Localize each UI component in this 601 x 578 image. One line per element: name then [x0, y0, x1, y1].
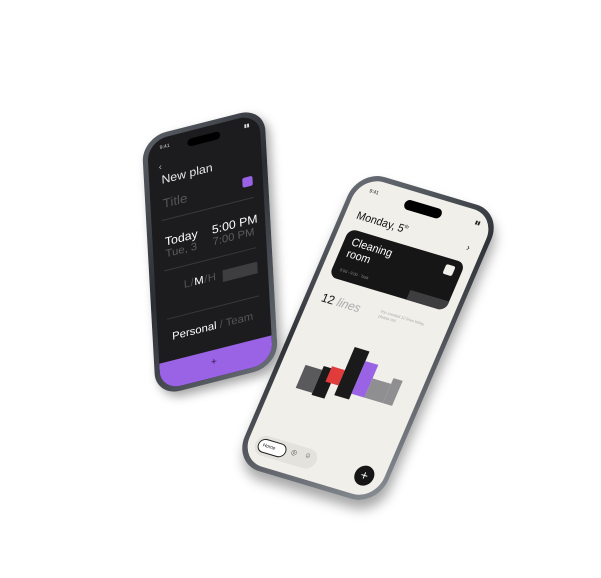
battery-icon: ▮▮ [473, 219, 482, 227]
nav-home[interactable]: Home [255, 437, 289, 459]
sparkle-icon: + [210, 356, 218, 369]
category-selector[interactable]: Personal / Team [172, 311, 254, 343]
bottom-nav: Home ◎ ☺ [251, 433, 321, 471]
task-checkbox[interactable] [442, 263, 456, 277]
lines-count: 12 [319, 290, 338, 308]
lines-label: lines [334, 295, 364, 316]
day-suffix: th [403, 223, 410, 231]
back-icon[interactable]: ‹ [158, 161, 162, 171]
activity-blocks [282, 324, 426, 434]
priority-bar [222, 261, 258, 282]
home-screen: 9:41 ▮▮ Monday, 5th › Cleaning room 8:00… [239, 175, 497, 501]
page-title: New plan [161, 160, 213, 187]
scene: 9:41 ▮▮ ‹ New plan Title Today Tue, 3 5:… [0, 0, 601, 578]
new-plan-screen: 9:41 ▮▮ ‹ New plan Title Today Tue, 3 5:… [146, 113, 274, 391]
add-button[interactable]: + [350, 463, 378, 489]
home-label: Home [261, 442, 277, 452]
lines-counter: 12 lines [319, 290, 363, 315]
priority-medium[interactable]: M [194, 274, 205, 288]
settings-icon[interactable]: ◎ [290, 448, 299, 457]
lines-note: You created 12 lines today, please not [377, 308, 426, 327]
battery-icon: ▮▮ [243, 122, 250, 130]
priority-selector[interactable]: L/M/H [184, 271, 217, 291]
status-time: 9:41 [368, 188, 380, 197]
category-team[interactable]: Team [225, 311, 253, 330]
category-personal[interactable]: Personal [172, 320, 217, 343]
left-phone: 9:41 ▮▮ ‹ New plan Title Today Tue, 3 5:… [141, 107, 279, 397]
title-input[interactable]: Title [162, 190, 187, 211]
profile-icon[interactable]: ☺ [303, 452, 312, 461]
status-time: 9:41 [159, 142, 170, 152]
task-progress-bar [406, 289, 450, 312]
chevron-right-icon[interactable]: › [464, 242, 472, 253]
status-bar: 9:41 ▮▮ [160, 123, 250, 152]
task-time: 8:00 - 9:00 · Task [339, 267, 370, 281]
priority-high[interactable]: H [207, 271, 216, 285]
color-picker-chip[interactable] [242, 175, 253, 188]
create-plan-button[interactable]: + [159, 335, 274, 391]
